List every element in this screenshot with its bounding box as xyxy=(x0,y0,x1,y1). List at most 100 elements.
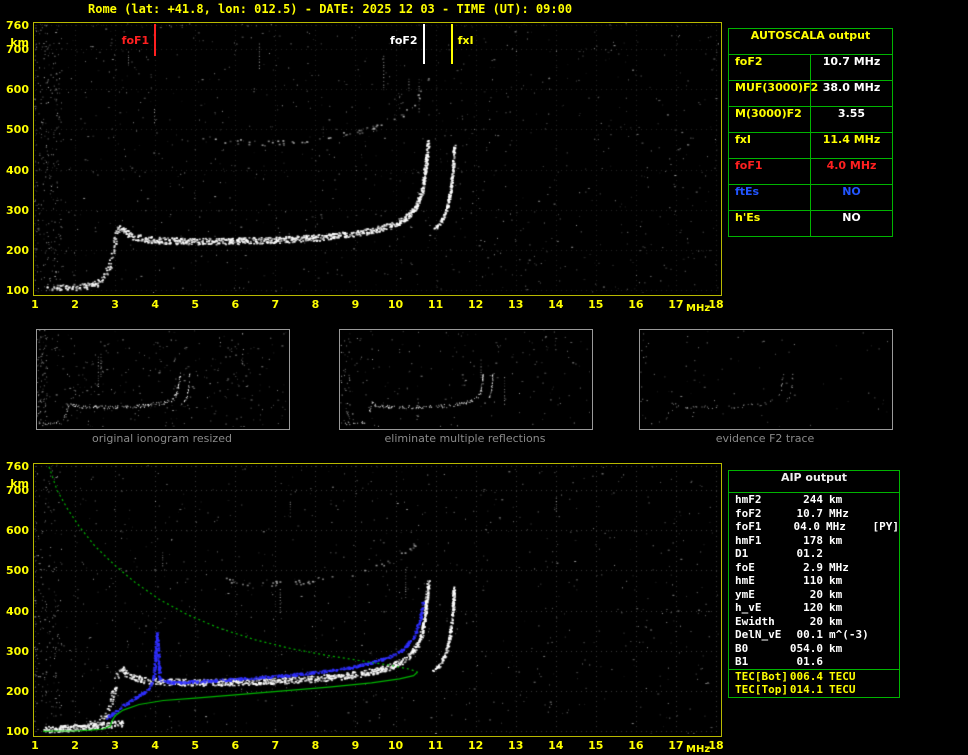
x-tick-label: 15 xyxy=(588,298,603,311)
aip-row: h_vE120km xyxy=(729,601,899,615)
aip-row-label: TEC[Top] xyxy=(735,683,789,697)
x-tick-label: 13 xyxy=(508,298,523,311)
autoscala-row-label: MUF(3000)F2 xyxy=(729,81,811,106)
aip-row: hmF2244km xyxy=(729,493,899,507)
x-tick-label: 9 xyxy=(352,739,360,752)
aip-row: foE2.9MHz xyxy=(729,561,899,575)
aip-row-label: ymE xyxy=(735,588,789,602)
x-tick-label: 18 xyxy=(708,739,723,752)
autoscala-row-value: 38.0 MHz xyxy=(811,81,892,106)
aip-row-unit: TECU xyxy=(823,683,873,697)
aip-row-label: hmF1 xyxy=(735,534,789,548)
x-tick-label: 12 xyxy=(468,298,483,311)
aip-row-unit: km xyxy=(823,642,873,656)
autoscala-output-table: AUTOSCALA output foF210.7 MHzMUF(3000)F2… xyxy=(728,28,893,237)
aip-row-label: h_vE xyxy=(735,601,789,615)
autoscala-row-label: fxI xyxy=(729,133,811,158)
x-tick-label: 6 xyxy=(231,298,239,311)
x-tick-label: 14 xyxy=(548,739,563,752)
x-tick-label: 12 xyxy=(468,739,483,752)
aip-table-title: AIP output xyxy=(729,471,899,493)
x-tick-label: 18 xyxy=(708,298,723,311)
x-tick-label: 8 xyxy=(312,739,320,752)
aip-row-value: 054.0 xyxy=(789,642,823,656)
ionogram-top-panel xyxy=(33,22,722,296)
ionogram-bottom-canvas xyxy=(34,464,719,734)
aip-row-value: 04.0 xyxy=(787,520,820,534)
caption-f2-trace: evidence F2 trace xyxy=(716,432,815,445)
aip-row-label: TEC[Bot] xyxy=(735,670,789,684)
aip-row-label: D1 xyxy=(735,547,789,561)
x-tick-label: 4 xyxy=(151,298,159,311)
marker-line-fxI xyxy=(451,24,453,64)
x-tick-label: 6 xyxy=(231,739,239,752)
x-tick-label: 3 xyxy=(111,739,119,752)
caption-no-multiples: eliminate multiple reflections xyxy=(385,432,546,445)
aip-row-extra: [PY] xyxy=(869,520,900,534)
autoscala-rows: foF210.7 MHzMUF(3000)F238.0 MHzM(3000)F2… xyxy=(729,55,892,236)
aip-row-value: 120 xyxy=(789,601,823,615)
aip-row: B101.6 xyxy=(729,655,899,669)
x-tick-label: 7 xyxy=(272,739,280,752)
aip-row-unit: km xyxy=(823,601,873,615)
aip-row: DelN_vE00.1m^(-3) xyxy=(729,628,899,642)
autoscala-row-label: foF2 xyxy=(729,55,811,80)
thumbnail-original-ionogram xyxy=(36,329,290,430)
x-tick-label: 17 xyxy=(668,739,683,752)
x-axis-unit: MHz xyxy=(686,303,710,314)
autoscala-row-value: NO xyxy=(811,211,892,236)
x-tick-label: 8 xyxy=(312,298,320,311)
aip-row: Ewidth20km xyxy=(729,615,899,629)
y-tick-label: 400 xyxy=(1,164,29,177)
aip-row-label: foE xyxy=(735,561,789,575)
autoscala-row-label: h'Es xyxy=(729,211,811,236)
autoscala-row: foF14.0 MHz xyxy=(729,159,892,185)
y-tick-label: 300 xyxy=(1,204,29,217)
aip-row-value: 2.9 xyxy=(789,561,823,575)
thumbnail-no-multiples-canvas xyxy=(340,330,590,427)
aip-row-unit: km xyxy=(823,615,873,629)
y-tick-label: 600 xyxy=(1,83,29,96)
aip-row-value: 014.1 xyxy=(789,683,823,697)
autoscala-row-value: 11.4 MHz xyxy=(811,133,892,158)
aip-row-unit: km xyxy=(823,588,873,602)
aip-rows: hmF2244kmfoF210.7MHzfoF104.0MHz[PY]hmF11… xyxy=(729,493,899,697)
aip-row-label: B0 xyxy=(735,642,789,656)
aip-row-label: Ewidth xyxy=(735,615,789,629)
aip-row-unit: TECU xyxy=(823,670,873,684)
autoscala-row: ftEsNO xyxy=(729,185,892,211)
autoscala-row-value: 3.55 xyxy=(811,107,892,132)
x-axis-unit: MHz xyxy=(686,744,710,755)
thumbnail-original-canvas xyxy=(37,330,287,427)
x-tick-label: 11 xyxy=(428,298,443,311)
aip-row-unit: m^(-3) xyxy=(823,628,873,642)
thumbnail-f2-trace-canvas xyxy=(640,330,890,427)
aip-row-label: hmE xyxy=(735,574,789,588)
x-tick-label: 7 xyxy=(272,298,280,311)
marker-label-foF1: foF1 xyxy=(111,34,149,47)
x-tick-label: 3 xyxy=(111,298,119,311)
aip-row-value: 006.4 xyxy=(789,670,823,684)
autoscala-row-label: M(3000)F2 xyxy=(729,107,811,132)
aip-row-unit: MHz xyxy=(820,520,869,534)
aip-row-unit: km xyxy=(823,574,873,588)
x-tick-label: 11 xyxy=(428,739,443,752)
aip-row-unit xyxy=(823,547,873,561)
aip-row-value: 01.6 xyxy=(789,655,823,669)
autoscala-row: MUF(3000)F238.0 MHz xyxy=(729,81,892,107)
aip-row: B0054.0km xyxy=(729,642,899,656)
aip-row-value: 178 xyxy=(789,534,823,548)
x-tick-label: 10 xyxy=(388,298,403,311)
aip-row-label: DelN_vE xyxy=(735,628,789,642)
aip-row-unit: MHz xyxy=(823,507,873,521)
y-tick-label: 600 xyxy=(1,524,29,537)
thumbnail-no-multiples xyxy=(339,329,593,430)
aip-row-value: 00.1 xyxy=(789,628,823,642)
y-axis-unit: km xyxy=(1,36,29,49)
aip-row-label: hmF2 xyxy=(735,493,789,507)
x-tick-label: 9 xyxy=(352,298,360,311)
aip-row-value: 20 xyxy=(789,588,823,602)
x-tick-label: 5 xyxy=(191,298,199,311)
x-tick-label: 14 xyxy=(548,298,563,311)
autoscala-row-value: NO xyxy=(811,185,892,210)
